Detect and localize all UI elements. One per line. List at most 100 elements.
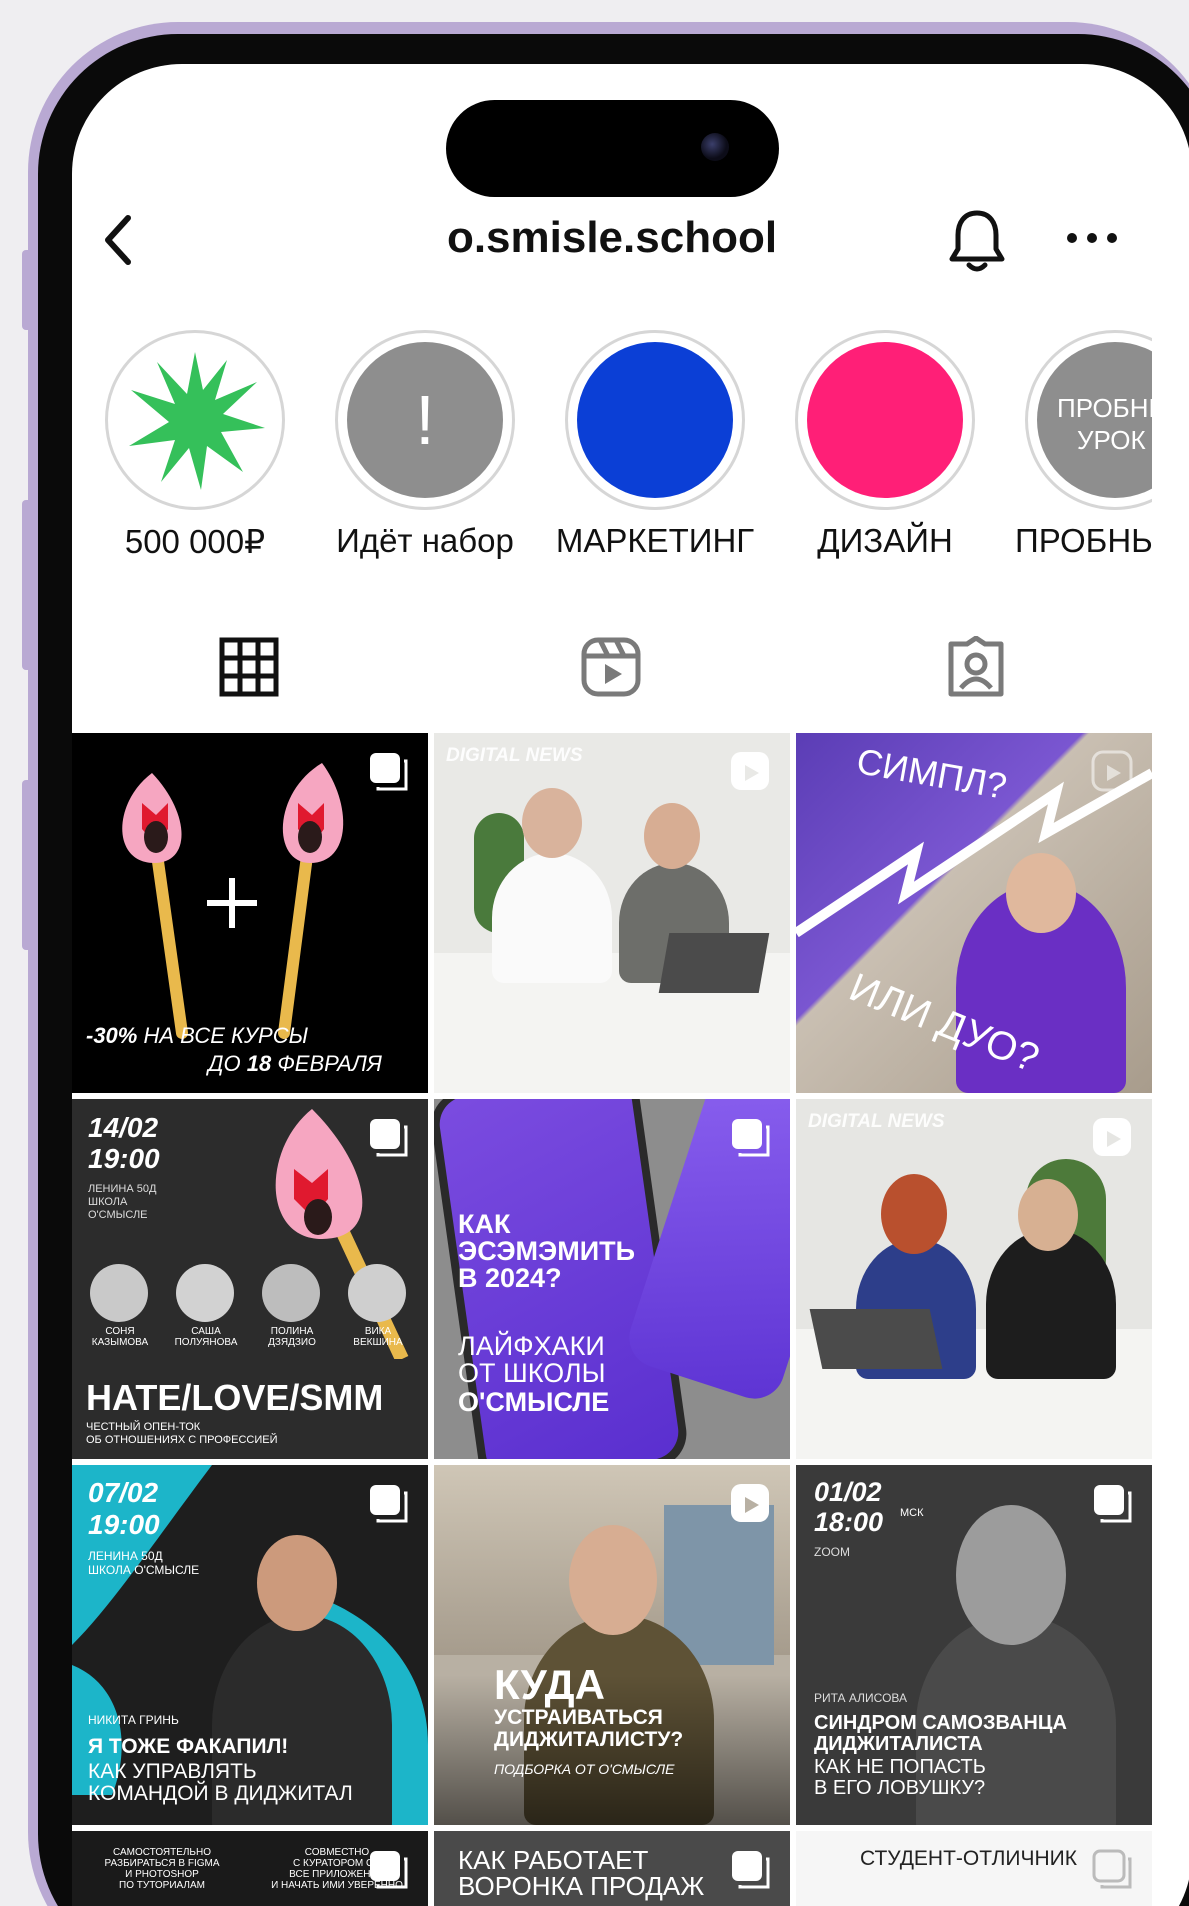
dynamic-island xyxy=(446,100,779,197)
speaker-avatar xyxy=(348,1264,406,1322)
reels-icon xyxy=(731,1484,769,1522)
speaker-name: НИКИТА ГРИНЬ xyxy=(88,1713,179,1727)
post-simple-or-duo[interactable]: СИМПЛ? ИЛИ ДУО? xyxy=(796,733,1152,1093)
highlight-label: ПРОБНЬ xyxy=(1015,522,1152,559)
highlight-label: 500 000₽ xyxy=(124,523,266,560)
highlight-label: ДИЗАЙН xyxy=(817,522,953,559)
event-time: 19:00 xyxy=(88,1509,160,1540)
post-fuckup[interactable]: 07/02 19:00 ЛЕНИНА 50Д ШКОЛА О'СМЫСЛЕ НИ… xyxy=(72,1465,428,1825)
carousel-icon xyxy=(370,753,408,791)
person-head xyxy=(956,1505,1066,1645)
grid-icon[interactable] xyxy=(218,636,280,698)
event-subtitle: КАК НЕ ПОПАСТЬ В ЕГО ЛОВУШКУ? xyxy=(814,1756,986,1799)
ellipsis-icon[interactable] xyxy=(1057,223,1127,253)
person-head xyxy=(569,1525,657,1635)
highlight-cover-text: ПРОБНЬ УРОК xyxy=(1057,393,1152,455)
tagged-icon[interactable] xyxy=(945,636,1007,698)
event-subtitle: ЧЕСТНЫЙ ОПЕН-ТОК ОБ ОТНОШЕНИЯХ С ПРОФЕСС… xyxy=(86,1421,278,1446)
post-where-to-work[interactable]: КУДА УСТРАИВАТЬСЯ ДИДЖИТАЛИСТУ? ПОДБОРКА… xyxy=(434,1465,790,1825)
post-digital-news-2[interactable]: DIGITAL NEWS xyxy=(796,1099,1152,1459)
person-head xyxy=(257,1535,337,1631)
reels-icon[interactable] xyxy=(580,636,642,698)
highlight-trial-lesson[interactable]: ПРОБНЬ УРОК xyxy=(1025,330,1152,510)
post-smm-2024[interactable]: КАК ЭСЭМЭМИТЬ В 2024? ЛАЙФХАКИ ОТ ШКОЛЫ … xyxy=(434,1099,790,1459)
carousel-icon xyxy=(370,1119,408,1157)
reels-icon xyxy=(1093,1118,1131,1156)
carousel-icon xyxy=(1094,1485,1132,1523)
event-date: 07/02 xyxy=(88,1477,159,1508)
deadline-month: ФЕВРАЛЯ xyxy=(271,1051,382,1076)
person xyxy=(492,853,612,983)
event-time: 19:00 xyxy=(88,1143,160,1174)
post-text: САМОСТОЯТЕЛЬНО РАЗБИРАТЬСЯ В FIGMA И PHO… xyxy=(104,1847,220,1891)
post-sale[interactable]: -30% НА ВСЕ КУРСЫ ДО 18 ФЕВРАЛЯ xyxy=(72,733,428,1093)
person-head xyxy=(522,788,582,858)
post-hate-love-smm[interactable]: 14/02 19:00 ЛЕНИНА 50Д ШКОЛА О'СМЫСЛЕ СО… xyxy=(72,1099,428,1459)
speaker-name: РИТА АЛИСОВА xyxy=(814,1691,908,1705)
person xyxy=(986,1229,1116,1379)
event-subtitle: КАК УПРАВЛЯТЬ КОМАНДОЙ В ДИДЖИТАЛ xyxy=(88,1760,353,1805)
reels-icon xyxy=(731,752,769,790)
event-time: 18:00 xyxy=(814,1507,884,1537)
post-title: СТУДЕНТ-ОТЛИЧНИК xyxy=(860,1847,1077,1870)
speaker-name: СОНЯ КАЗЫМОВА xyxy=(91,1326,149,1348)
person-head xyxy=(644,803,700,869)
starburst-icon xyxy=(129,352,265,490)
speaker-name: ВИКА ВЕКШИНА xyxy=(353,1326,403,1348)
speakers-row: СОНЯ КАЗЫМОВА САША ПОЛУЯНОВА ПОЛИНА ДЗЯД… xyxy=(86,1264,416,1348)
post-subtitle: ЛАЙФХАКИ ОТ ШКОЛЫ xyxy=(458,1331,606,1388)
post-brand: О'СМЫСЛЕ xyxy=(458,1387,610,1417)
event-date: 14/02 xyxy=(88,1112,159,1143)
person-head xyxy=(881,1174,947,1254)
event-place: ЛЕНИНА 50Д ШКОЛА О'СМЫСЛЕ xyxy=(88,1549,200,1577)
post-sales-funnel[interactable]: КАК РАБОТАЕТ ВОРОНКА ПРОДАЖ xyxy=(434,1831,790,1906)
post-student[interactable]: СТУДЕНТ-ОТЛИЧНИК xyxy=(796,1831,1152,1906)
camera-icon xyxy=(701,133,729,161)
post-subtitle: УСТРАИВАТЬСЯ ДИДЖИТАЛИСТУ? xyxy=(494,1706,684,1751)
highlight-recruiting[interactable]: ! xyxy=(335,330,515,510)
event-headline: Я ТОЖЕ ФАКАПИЛ! xyxy=(88,1735,289,1758)
post-figma[interactable]: САМОСТОЯТЕЛЬНО РАЗБИРАТЬСЯ В FIGMA И PHO… xyxy=(72,1831,428,1906)
phone-side-button xyxy=(22,780,32,950)
person-head xyxy=(1018,1179,1078,1251)
speaker-avatar xyxy=(90,1264,148,1322)
post-title: КУДА xyxy=(494,1661,605,1708)
post-tag: DIGITAL NEWS xyxy=(808,1111,945,1132)
deadline-prefix: ДО xyxy=(208,1051,247,1076)
bell-icon[interactable] xyxy=(942,205,1012,277)
deadline-day: 18 xyxy=(246,1051,272,1076)
post-note: ПОДБОРКА ОТ О'СМЫСЛЕ xyxy=(494,1761,675,1777)
event-timezone: МСК xyxy=(900,1507,924,1519)
event-place: ЛЕНИНА 50Д ШКОЛА О'СМЫСЛЕ xyxy=(88,1183,157,1221)
post-digital-news-1[interactable]: DIGITAL NEWS xyxy=(434,733,790,1093)
post-impostor[interactable]: 01/02 18:00 МСК ZOOM РИТА АЛИСОВА СИНДРО… xyxy=(796,1465,1152,1825)
discount-text: НА ВСЕ КУРСЫ xyxy=(137,1023,309,1048)
speaker-name: ПОЛИНА ДЗЯДЗИО xyxy=(268,1326,316,1348)
carousel-icon xyxy=(1092,1849,1132,1889)
post-caption: -30% НА ВСЕ КУРСЫ xyxy=(86,1023,308,1049)
highlight-label: Идёт набор xyxy=(336,522,514,559)
post-title: КАК РАБОТАЕТ ВОРОНКА ПРОДАЖ xyxy=(458,1845,705,1901)
highlight-500000[interactable] xyxy=(105,330,285,510)
phone-side-button xyxy=(22,250,32,330)
event-platform: ZOOM xyxy=(814,1545,850,1559)
reels-icon xyxy=(1091,750,1133,792)
highlight-label: МАРКЕТИНГ xyxy=(555,522,755,559)
event-date: 01/02 xyxy=(814,1477,882,1507)
carousel-icon xyxy=(732,1119,770,1157)
highlight-design[interactable] xyxy=(795,330,975,510)
highlight-marketing[interactable] xyxy=(565,330,745,510)
discount-value: -30% xyxy=(86,1023,138,1048)
post-title: КАК ЭСЭМЭМИТЬ В 2024? xyxy=(458,1209,636,1293)
post-caption: ДО 18 ФЕВРАЛЯ xyxy=(208,1051,382,1077)
carousel-icon xyxy=(370,1851,408,1889)
speaker-avatar xyxy=(262,1264,320,1322)
phone-side-button xyxy=(22,500,32,670)
exclamation-glyph: ! xyxy=(415,381,435,459)
post-tag: DIGITAL NEWS xyxy=(446,745,583,766)
profile-header: o.smisle.school xyxy=(72,205,1152,275)
carousel-icon xyxy=(370,1485,408,1523)
event-headline: СИНДРОМ САМОЗВАНЦА ДИДЖИТАЛИСТА xyxy=(814,1712,1067,1755)
carousel-icon xyxy=(732,1851,770,1889)
highlight-label-clip: ПРОБНЬ xyxy=(1000,522,1152,560)
